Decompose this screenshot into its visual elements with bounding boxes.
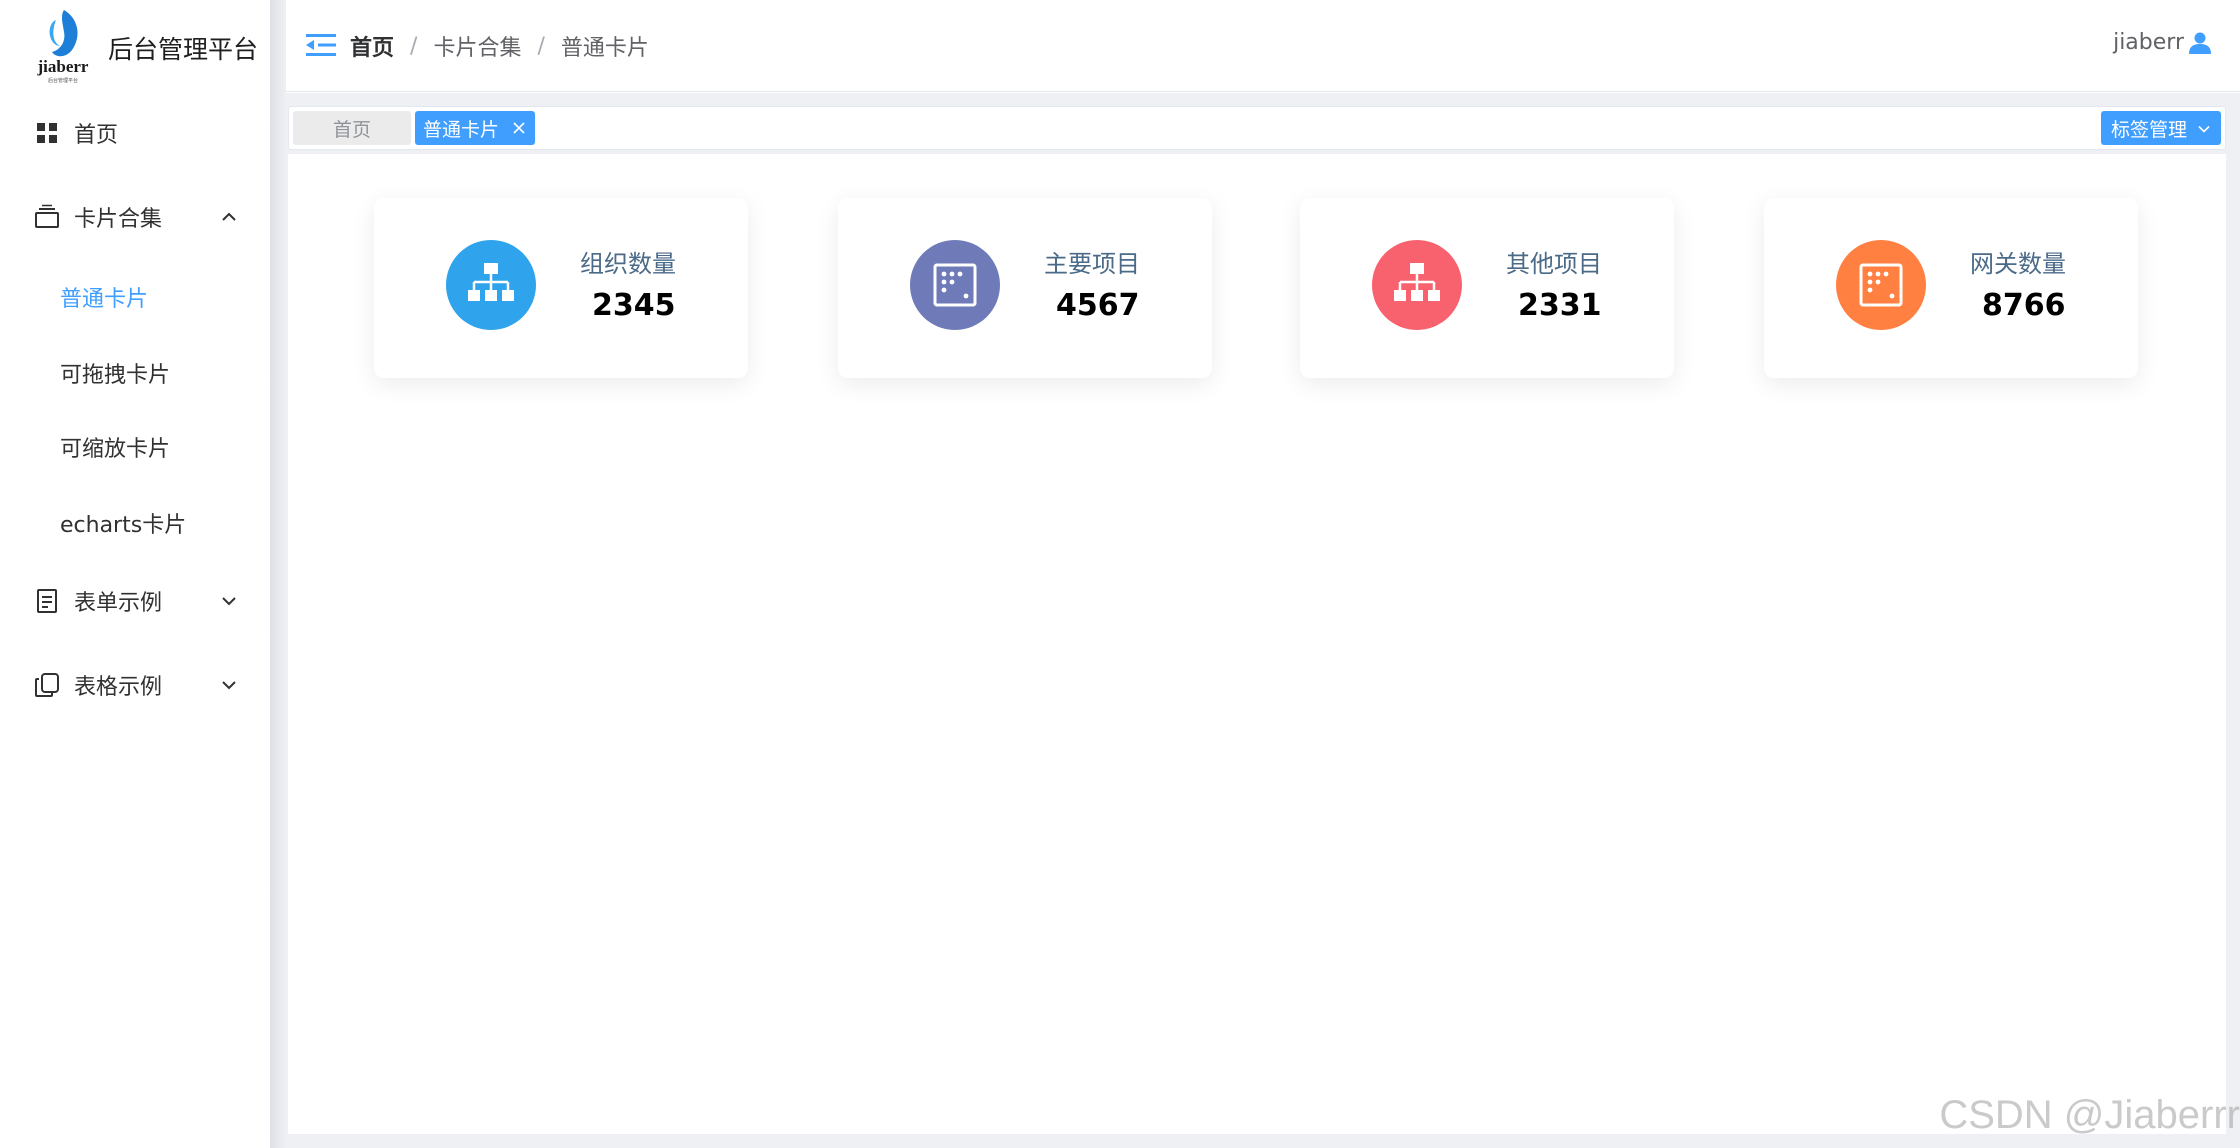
org-chart-icon bbox=[1372, 240, 1462, 330]
stat-card-label: 网关数量 bbox=[1970, 250, 2066, 278]
username: jiaberr bbox=[2113, 30, 2184, 55]
sidebar: jiaberr 后台管理平台 后台管理平台 首页 卡片合集 普通卡片 可拖拽卡片… bbox=[0, 0, 270, 1148]
sidebar-item-label: 首页 bbox=[74, 123, 119, 148]
sidebar-subitem-normal-card[interactable]: 普通卡片 bbox=[0, 262, 270, 332]
stat-card-label: 其他项目 bbox=[1506, 250, 1602, 278]
dot-square-icon bbox=[1836, 240, 1926, 330]
tags-bar: 首页 普通卡片 标签管理 bbox=[288, 106, 2226, 150]
document-icon bbox=[37, 589, 57, 613]
card-stack-icon bbox=[35, 204, 59, 228]
close-icon[interactable] bbox=[511, 120, 527, 136]
sidebar-subitem-label: 可缩放卡片 bbox=[60, 437, 171, 462]
breadcrumb-card-collection: 卡片合集 bbox=[433, 36, 522, 61]
tag-normal-card[interactable]: 普通卡片 bbox=[415, 111, 535, 145]
stat-card-label: 组织数量 bbox=[580, 250, 676, 278]
stat-card: 其他项目 2331 bbox=[1300, 198, 1674, 378]
sidebar-divider bbox=[270, 0, 286, 1148]
sidebar-subitem-resizable-card[interactable]: 可缩放卡片 bbox=[0, 412, 270, 482]
sidebar-subitem-label: 普通卡片 bbox=[60, 287, 149, 312]
tag-home[interactable]: 首页 bbox=[293, 111, 411, 145]
top-header: 首页 / 卡片合集 / 普通卡片 jiaberr bbox=[286, 0, 2240, 92]
stat-card-value: 8766 bbox=[1982, 288, 2066, 323]
sidebar-item-form-examples[interactable]: 表单示例 bbox=[0, 566, 270, 636]
brand[interactable]: jiaberr 后台管理平台 后台管理平台 bbox=[0, 0, 270, 92]
app-title: 后台管理平台 bbox=[108, 35, 259, 64]
stat-card-value: 2345 bbox=[592, 288, 676, 323]
chevron-down-icon bbox=[222, 597, 236, 606]
content-panel: 组织数量 2345 主要项目 4567 其他项目 2331 网关数量 8766 bbox=[288, 154, 2226, 1134]
breadcrumb: 首页 / 卡片合集 / 普通卡片 bbox=[350, 30, 649, 62]
dot-square-icon bbox=[910, 240, 1000, 330]
stat-card: 组织数量 2345 bbox=[374, 198, 748, 378]
breadcrumb-home[interactable]: 首页 bbox=[350, 30, 394, 62]
tag-label: 普通卡片 bbox=[423, 118, 500, 141]
tag-manage-dropdown[interactable]: 标签管理 bbox=[2101, 111, 2221, 145]
stat-card: 网关数量 8766 bbox=[1764, 198, 2138, 378]
logo-icon: jiaberr 后台管理平台 bbox=[37, 10, 89, 84]
stat-card: 主要项目 4567 bbox=[838, 198, 1212, 378]
stat-card-value: 2331 bbox=[1518, 288, 1602, 323]
breadcrumb-separator: / bbox=[537, 33, 545, 59]
watermark: CSDN @Jiaberrr bbox=[1939, 1093, 2240, 1137]
sidebar-item-table-examples[interactable]: 表格示例 bbox=[0, 650, 270, 720]
org-chart-icon bbox=[446, 240, 536, 330]
sidebar-item-label: 卡片合集 bbox=[74, 207, 163, 232]
chevron-up-icon bbox=[222, 212, 236, 221]
sidebar-subitem-draggable-card[interactable]: 可拖拽卡片 bbox=[0, 338, 270, 408]
dashboard-grid-icon bbox=[37, 123, 57, 143]
sidebar-item-card-collection[interactable]: 卡片合集 bbox=[0, 182, 270, 252]
sidebar-item-label: 表格示例 bbox=[74, 675, 163, 700]
sidebar-item-home[interactable]: 首页 bbox=[0, 98, 270, 168]
sidebar-subitem-echarts-card[interactable]: echarts卡片 bbox=[0, 488, 270, 558]
sidebar-subitem-label: 可拖拽卡片 bbox=[60, 363, 171, 388]
tag-manage-label: 标签管理 bbox=[2111, 118, 2188, 141]
stat-card-label: 主要项目 bbox=[1044, 250, 1140, 278]
breadcrumb-separator: / bbox=[410, 33, 418, 59]
collapse-menu-icon[interactable] bbox=[306, 32, 336, 58]
chevron-down-icon bbox=[222, 681, 236, 690]
breadcrumb-current: 普通卡片 bbox=[560, 36, 649, 61]
stat-card-value: 4567 bbox=[1056, 288, 1140, 323]
svg-text:jiaberr: jiaberr bbox=[37, 57, 89, 76]
svg-text:后台管理平台: 后台管理平台 bbox=[48, 77, 78, 84]
user-icon bbox=[2189, 32, 2211, 54]
chevron-down-icon bbox=[2198, 125, 2210, 133]
sidebar-item-label: 表单示例 bbox=[74, 591, 163, 616]
copy-icon bbox=[35, 673, 59, 697]
user-menu[interactable]: jiaberr bbox=[2113, 30, 2212, 55]
sidebar-subitem-label: echarts卡片 bbox=[60, 513, 187, 538]
